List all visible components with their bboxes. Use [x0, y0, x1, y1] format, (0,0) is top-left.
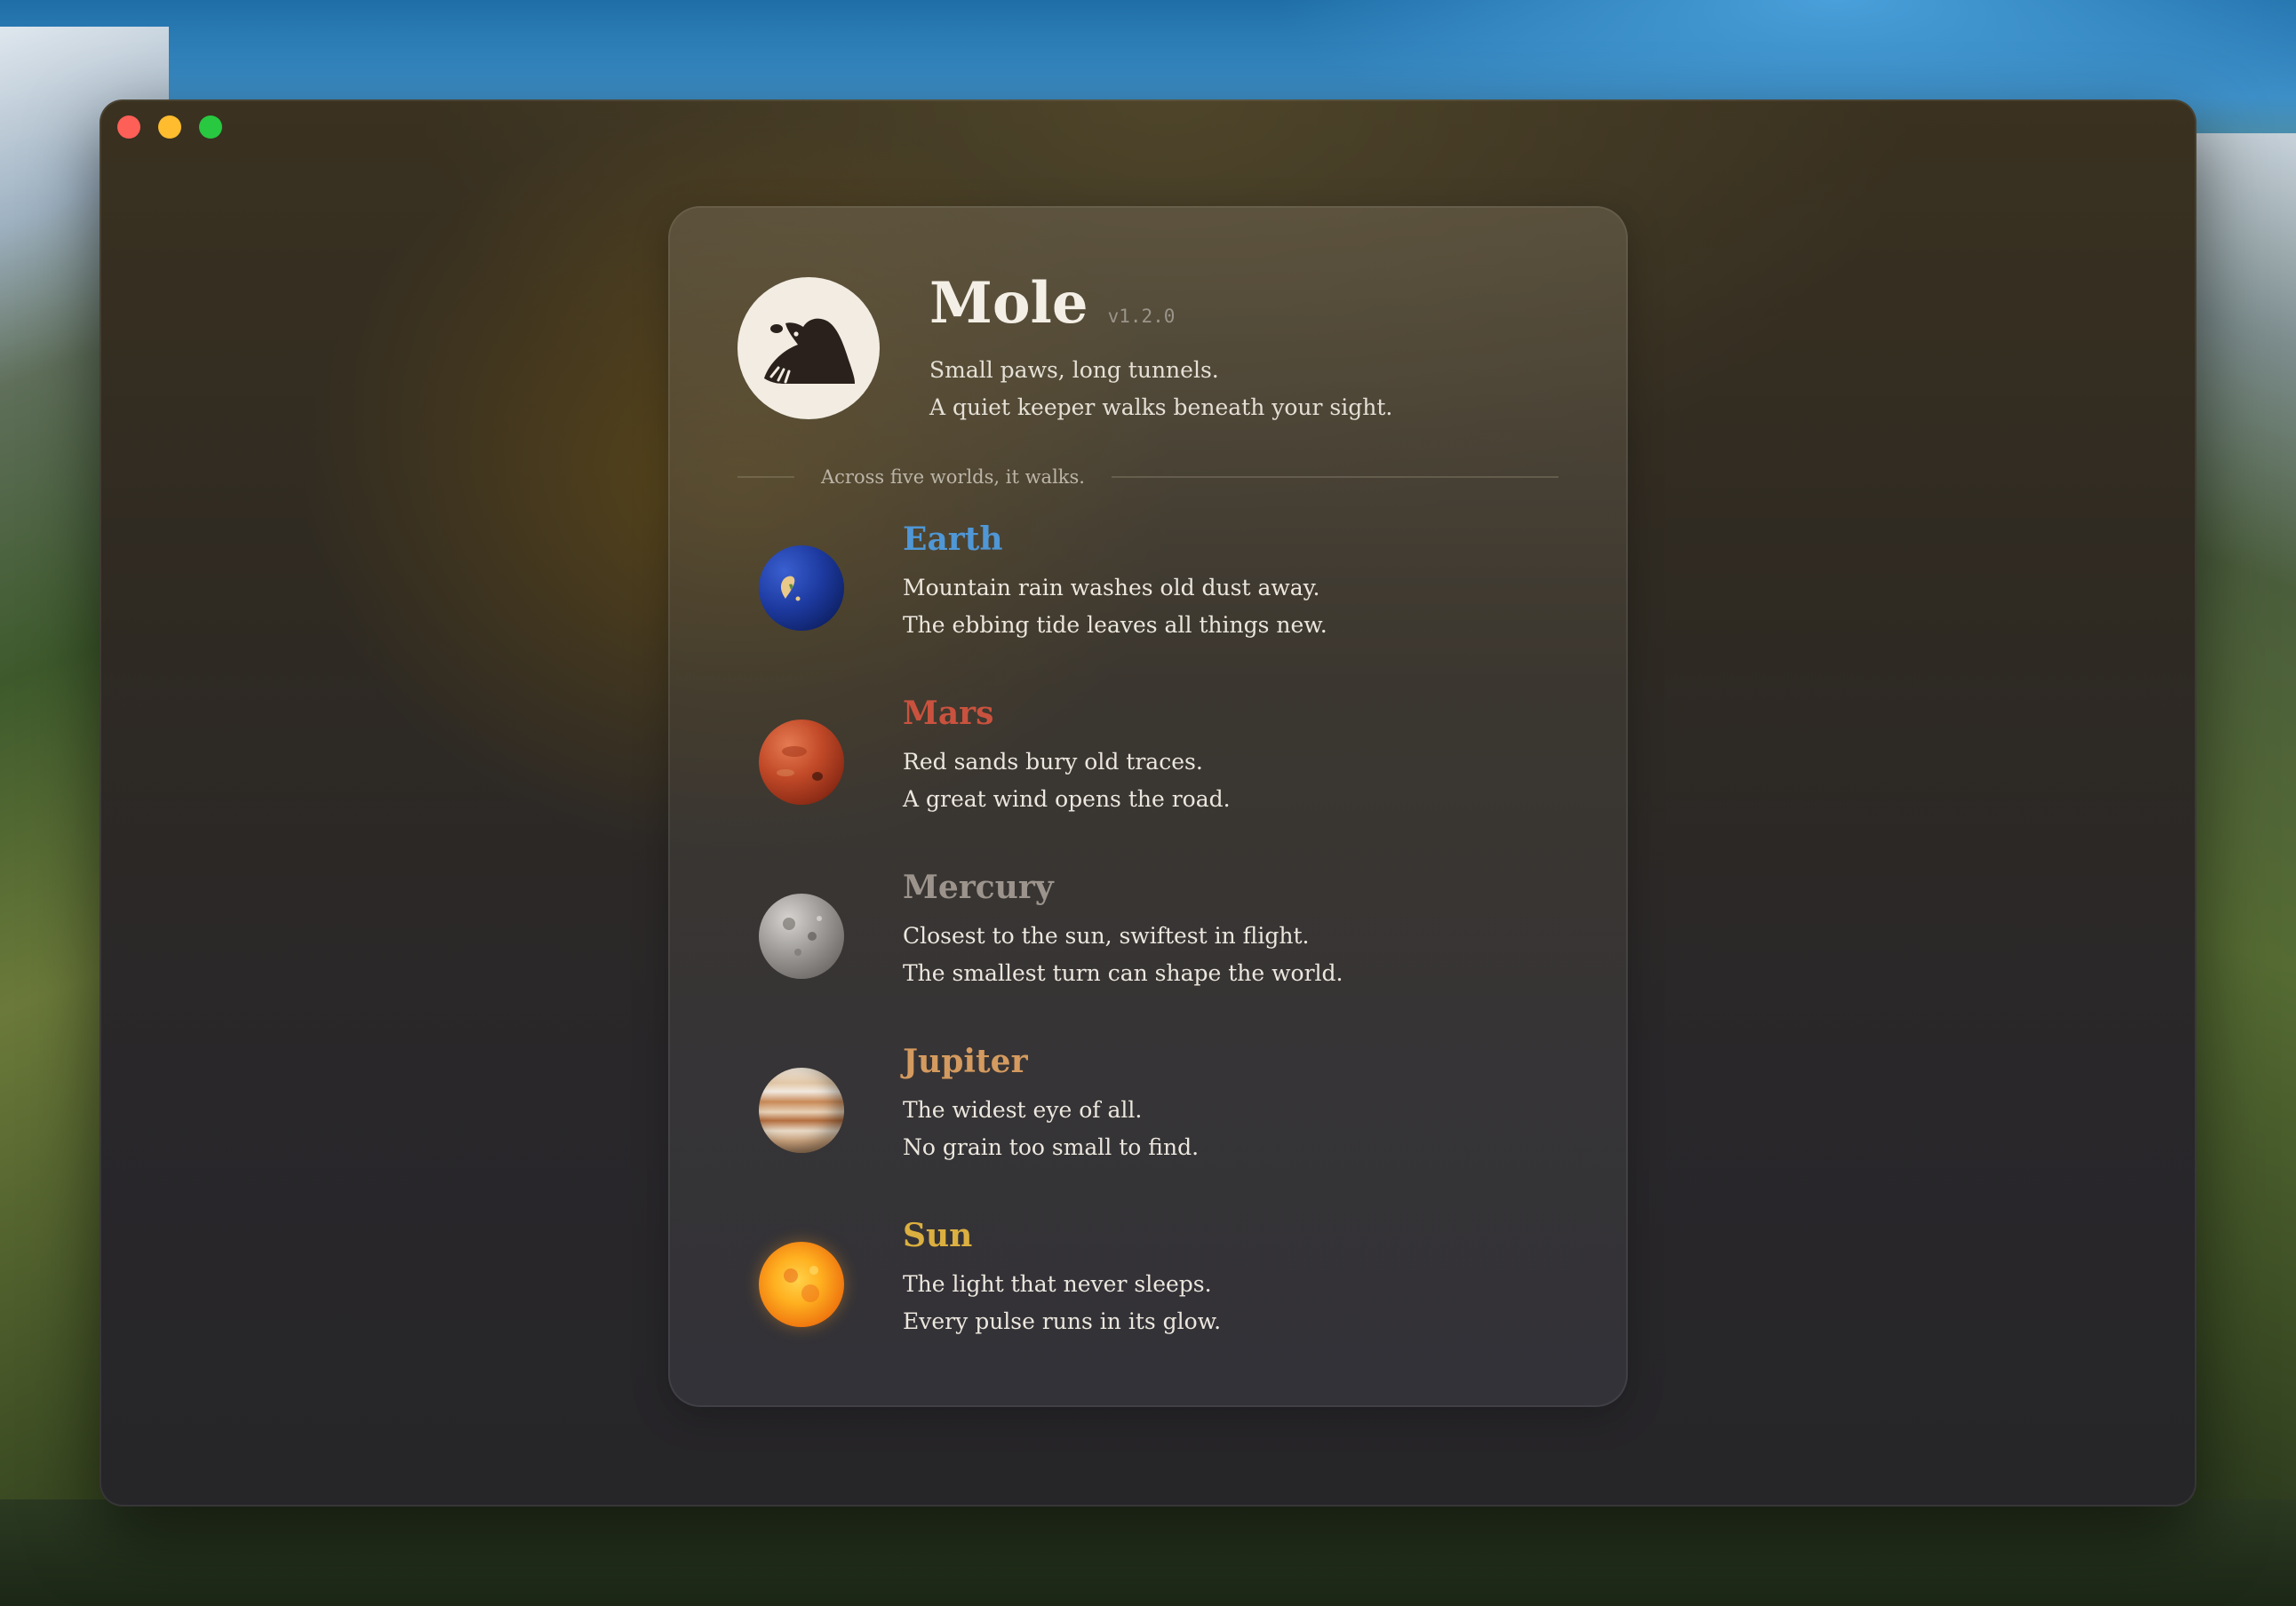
- sun-icon: [759, 1242, 844, 1327]
- tagline-line-2: A quiet keeper walks beneath your sight.: [929, 394, 1393, 420]
- mole-icon: [737, 277, 880, 419]
- world-line-2: Every pulse runs in its glow.: [903, 1308, 1222, 1334]
- world-name: Mercury: [903, 869, 1054, 906]
- world-line-2: The smallest turn can shape the world.: [903, 960, 1343, 986]
- background-forest: [0, 1499, 2296, 1606]
- tagline-line-1: Small paws, long tunnels.: [929, 357, 1219, 383]
- world-name: Jupiter: [903, 1043, 1028, 1080]
- worlds-list: Earth Mountain rain washes old dust away…: [737, 521, 1559, 1396]
- app-header: Mole v1.2.0 Small paws, long tunnels. A …: [737, 270, 1590, 428]
- world-line-2: A great wind opens the road.: [903, 786, 1231, 812]
- app-version: v1.2.0: [1107, 306, 1176, 327]
- section-divider: Across five worlds, it walks.: [737, 464, 1559, 490]
- world-item-earth: Earth Mountain rain washes old dust away…: [737, 521, 1559, 700]
- world-line-1: Mountain rain washes old dust away.: [903, 575, 1320, 600]
- world-name: Earth: [903, 521, 1003, 558]
- world-item-mars: Mars Red sands bury old traces. A great …: [737, 695, 1559, 874]
- zoom-button[interactable]: [199, 115, 222, 139]
- world-item-mercury: Mercury Closest to the sun, swiftest in …: [737, 869, 1559, 1048]
- world-line-2: The ebbing tide leaves all things new.: [903, 612, 1327, 638]
- world-item-jupiter: Jupiter The widest eye of all. No grain …: [737, 1043, 1559, 1222]
- close-button[interactable]: [117, 115, 140, 139]
- world-line-2: No grain too small to find.: [903, 1134, 1200, 1160]
- world-item-sun: Sun The light that never sleeps. Every p…: [737, 1217, 1559, 1396]
- window-controls: [117, 115, 222, 139]
- mercury-planet-icon: [759, 894, 844, 979]
- app-tagline: Small paws, long tunnels. A quiet keeper…: [929, 352, 1392, 426]
- world-line-1: Red sands bury old traces.: [903, 749, 1203, 775]
- minimize-button[interactable]: [158, 115, 181, 139]
- about-card: Mole v1.2.0 Small paws, long tunnels. A …: [668, 206, 1628, 1407]
- jupiter-planet-icon: [759, 1068, 844, 1153]
- app-title: Mole: [929, 270, 1088, 337]
- world-line-1: The widest eye of all.: [903, 1097, 1143, 1123]
- world-name: Mars: [903, 695, 994, 732]
- app-window: Mole v1.2.0 Small paws, long tunnels. A …: [100, 99, 2196, 1507]
- world-line-1: Closest to the sun, swiftest in flight.: [903, 923, 1310, 949]
- earth-planet-icon: [759, 545, 844, 631]
- divider-caption: Across five worlds, it walks.: [821, 466, 1085, 488]
- world-line-1: The light that never sleeps.: [903, 1271, 1212, 1297]
- world-name: Sun: [903, 1217, 973, 1254]
- mars-planet-icon: [759, 720, 844, 805]
